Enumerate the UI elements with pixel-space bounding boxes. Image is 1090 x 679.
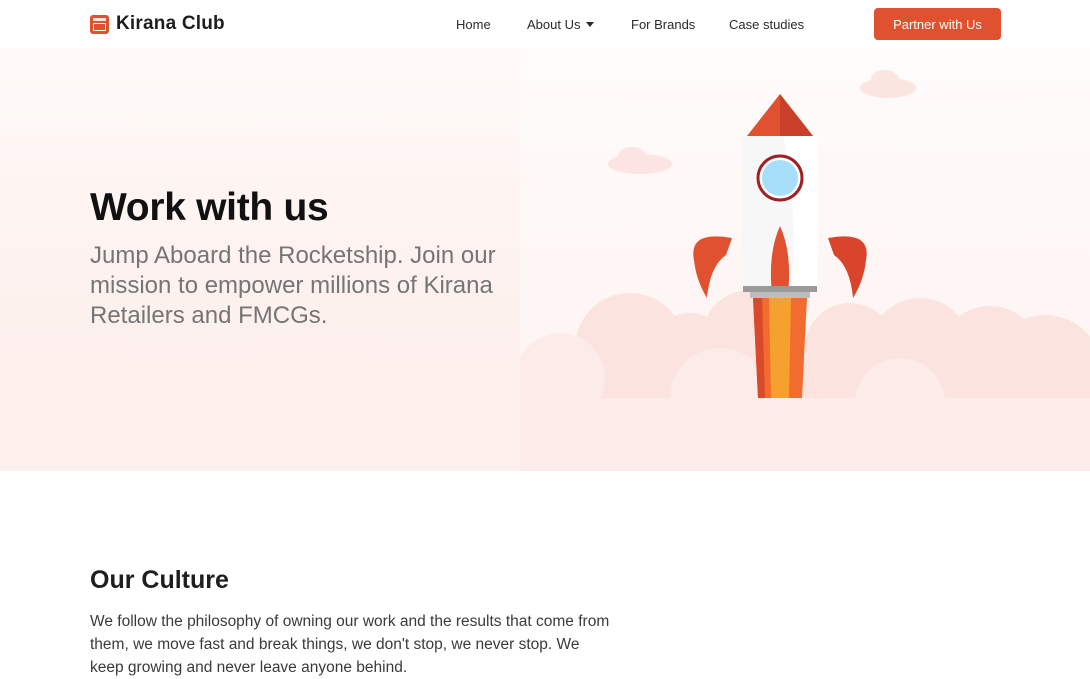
culture-title: Our Culture [90,566,229,594]
navbar: Kirana Club Home About Us For Brands Cas… [0,0,1090,48]
nav-about-us-label: About Us [527,17,581,32]
nav-for-brands[interactable]: For Brands [631,17,695,32]
nav-case-studies[interactable]: Case studies [729,17,804,32]
hero-subtitle: Jump Aboard the Rocketship. Join our mis… [90,242,496,329]
brand-logo[interactable]: Kirana Club [90,13,225,35]
hero-title: Work with us [90,186,329,229]
hero-section: Work with us Jump Aboard the Rocketship.… [0,48,1090,471]
nav-about-us[interactable]: About Us [527,17,595,32]
rocket-illustration [520,48,1090,471]
brand-name: Kirana Club [116,13,225,34]
nav-home[interactable]: Home [456,17,491,32]
caret-down-icon [586,22,595,27]
partner-with-us-button[interactable]: Partner with Us [874,8,1001,40]
storefront-icon [90,14,109,34]
